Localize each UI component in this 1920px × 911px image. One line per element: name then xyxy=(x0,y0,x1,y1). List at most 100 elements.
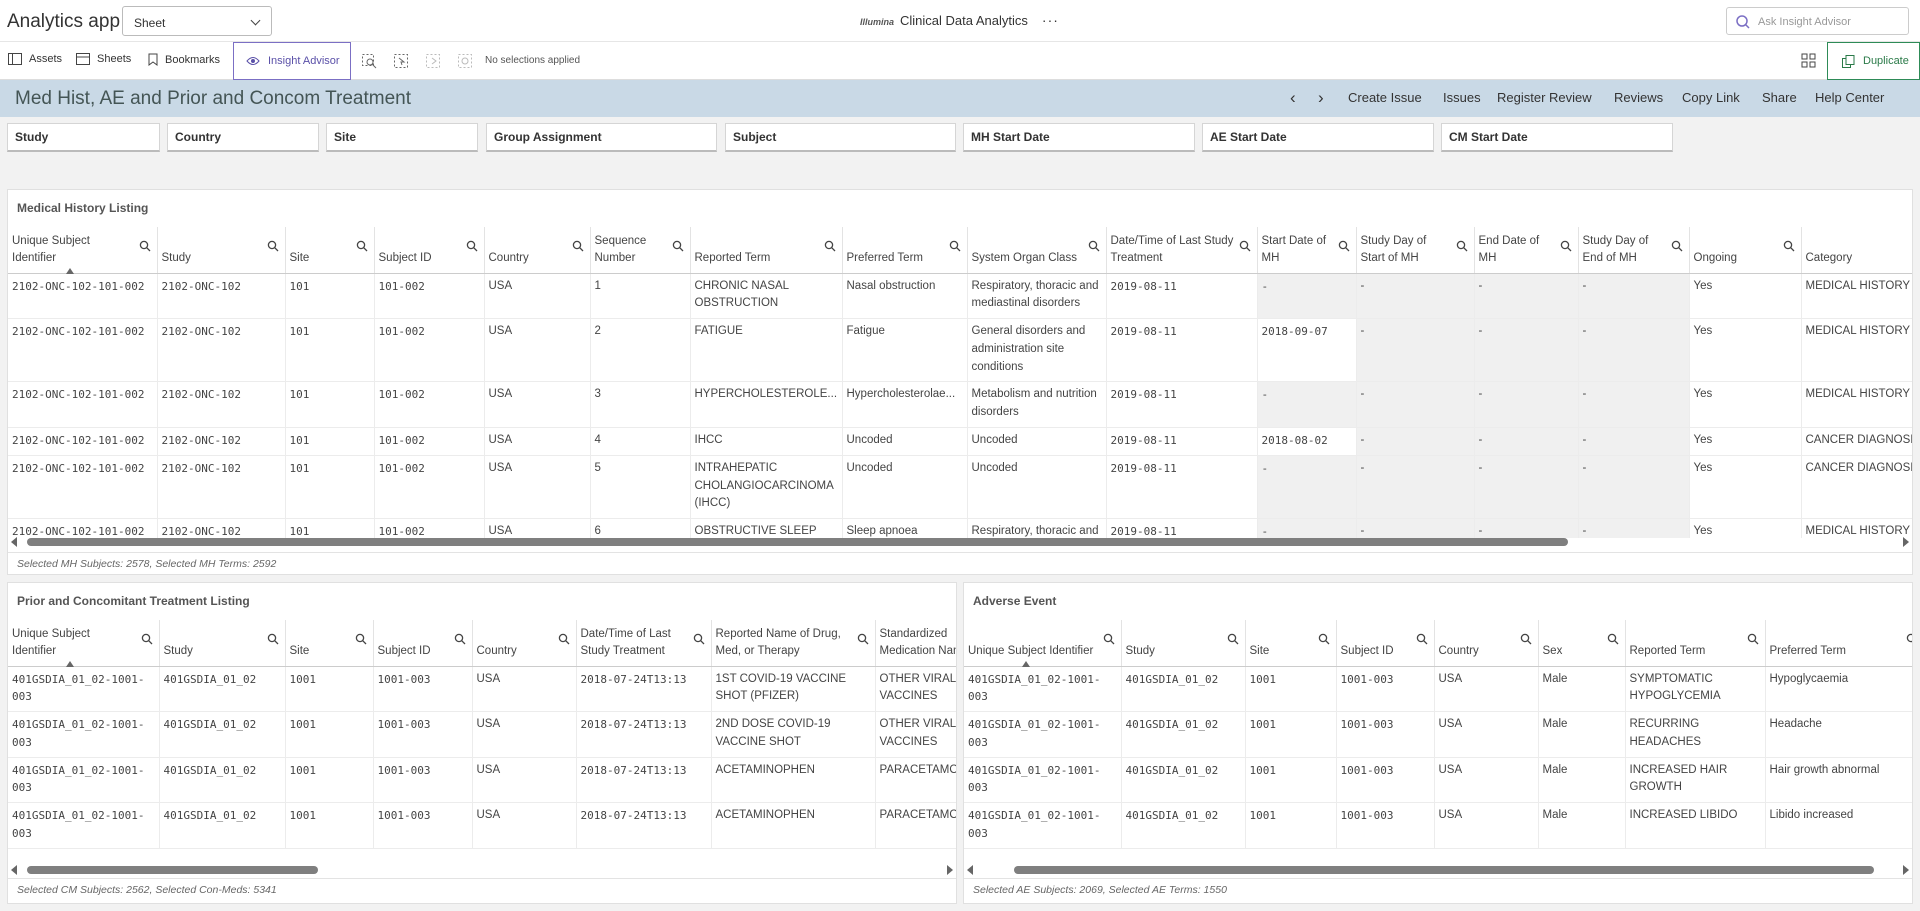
table-cell[interactable]: 101 xyxy=(285,273,375,320)
scroll-right-icon[interactable] xyxy=(947,865,953,875)
table-cell[interactable]: 401GSDIA_01_02 xyxy=(159,711,286,758)
scroll-left-icon[interactable] xyxy=(11,865,17,875)
column-header[interactable]: Site xyxy=(1245,620,1337,667)
table-cell[interactable]: FATIGUE xyxy=(690,318,843,383)
table-cell[interactable]: USA xyxy=(1434,757,1539,804)
column-search-icon[interactable] xyxy=(1338,240,1350,252)
table-cell[interactable]: 2102-ONC-102-101-002 xyxy=(8,427,158,456)
table-cell[interactable]: 1001-003 xyxy=(373,711,473,758)
sheet-dropdown[interactable]: Sheet xyxy=(122,6,272,36)
table-cell[interactable]: PARACETAMOL xyxy=(875,802,956,849)
scrollbar-thumb[interactable] xyxy=(27,538,1568,546)
column-header[interactable]: Subject ID xyxy=(373,620,473,667)
smart-search-icon[interactable] xyxy=(362,54,377,69)
column-search-icon[interactable] xyxy=(672,240,684,252)
table-cell[interactable]: 2018-07-24T13:13 xyxy=(576,711,712,758)
table-cell[interactable]: Yes xyxy=(1689,273,1802,320)
column-header[interactable]: Study xyxy=(1121,620,1246,667)
column-search-icon[interactable] xyxy=(139,240,151,252)
filter-study[interactable]: Study xyxy=(7,123,160,152)
table-cell[interactable]: 401GSDIA_01_02 xyxy=(1121,666,1246,713)
table-cell[interactable]: OTHER VIRAL VACCINES xyxy=(875,666,956,713)
table-cell[interactable]: 401GSDIA_01_02-1001-003 xyxy=(8,666,160,713)
table-cell[interactable]: Uncoded xyxy=(967,427,1107,456)
column-search-icon[interactable] xyxy=(558,633,570,645)
column-search-icon[interactable] xyxy=(1103,633,1115,645)
table-cell[interactable]: - xyxy=(1356,273,1475,320)
table-cell[interactable]: 2102-ONC-102-101-002 xyxy=(8,381,158,429)
table-cell[interactable]: Male xyxy=(1538,666,1626,713)
table-cell[interactable]: 2102-ONC-102 xyxy=(157,381,286,429)
table-row[interactable]: 401GSDIA_01_02-1001-003 401GSDIA_01_02 100… xyxy=(8,666,956,713)
table-cell[interactable]: - xyxy=(1356,427,1475,456)
selections-tool-icon[interactable] xyxy=(394,54,409,69)
table-cell[interactable]: Respiratory, thoracic and mediastinal di… xyxy=(967,273,1107,320)
table-cell[interactable]: 4 xyxy=(590,427,691,456)
table-cell[interactable]: 5 xyxy=(590,455,691,520)
table-cell[interactable]: USA xyxy=(484,318,591,383)
table-cell[interactable]: USA xyxy=(1434,711,1539,758)
table-cell[interactable]: INCREASED HAIR GROWTH xyxy=(1625,757,1766,804)
table-cell[interactable]: 401GSDIA_01_02 xyxy=(1121,802,1246,849)
table-cell[interactable]: - xyxy=(1257,455,1357,520)
issues-link[interactable]: Issues xyxy=(1443,90,1481,105)
column-search-icon[interactable] xyxy=(1671,240,1683,252)
table-cell[interactable]: ACETAMINOPHEN xyxy=(711,802,876,849)
table-cell[interactable]: CANCER DIAGNOSIS - xyxy=(1801,427,1912,456)
table-cell[interactable]: 1ST COVID-19 VACCINE SHOT (PFIZER) xyxy=(711,666,876,713)
table-cell[interactable]: Hair growth abnormal xyxy=(1765,757,1912,804)
table-cell[interactable]: 2102-ONC-102-101-002 xyxy=(8,455,158,520)
table-cell[interactable]: 401GSDIA_01_02-1001-003 xyxy=(964,757,1122,804)
column-search-icon[interactable] xyxy=(1456,240,1468,252)
scrollbar-thumb[interactable] xyxy=(1014,866,1874,874)
more-options-icon[interactable]: ··· xyxy=(1042,12,1059,28)
table-cell[interactable]: 1 xyxy=(590,273,691,320)
filter-cm-start-date[interactable]: CM Start Date xyxy=(1441,123,1673,152)
table-cell[interactable]: 1001 xyxy=(285,666,374,713)
table-cell[interactable]: - xyxy=(1578,427,1690,456)
table-cell[interactable]: IHCC xyxy=(690,427,843,456)
table-cell[interactable]: 401GSDIA_01_02-1001-003 xyxy=(964,802,1122,849)
table-cell[interactable]: 101-002 xyxy=(374,318,485,383)
table-cell[interactable]: 2018-09-07 xyxy=(1257,318,1357,383)
column-header[interactable]: Reported Term xyxy=(690,227,843,274)
scroll-right-icon[interactable] xyxy=(1903,865,1909,875)
table-cell[interactable]: 1001-003 xyxy=(1336,711,1435,758)
table-cell[interactable]: Uncoded xyxy=(967,455,1107,520)
table-cell[interactable]: 401GSDIA_01_02-1001-003 xyxy=(8,757,160,804)
table-cell[interactable]: 101-002 xyxy=(374,427,485,456)
table-cell[interactable]: MEDICAL HISTORY xyxy=(1801,318,1912,383)
column-header[interactable]: Unique Subject Identifier xyxy=(964,620,1122,667)
column-search-icon[interactable] xyxy=(267,633,279,645)
table-cell[interactable]: - xyxy=(1578,273,1690,320)
column-header[interactable]: Start Date of MH xyxy=(1257,227,1357,274)
table-cell[interactable]: USA xyxy=(472,757,577,804)
column-search-icon[interactable] xyxy=(693,633,705,645)
grid-view-icon[interactable] xyxy=(1801,53,1816,68)
table-cell[interactable]: Metabolism and nutrition disorders xyxy=(967,381,1107,429)
insight-advisor-button[interactable]: Insight Advisor xyxy=(233,42,351,80)
register-review-link[interactable]: Register Review xyxy=(1497,90,1592,105)
sheets-button[interactable]: Sheets xyxy=(76,53,131,65)
table-cell[interactable]: 1001 xyxy=(285,757,374,804)
table-cell[interactable]: 1001 xyxy=(285,711,374,758)
table-cell[interactable]: - xyxy=(1356,318,1475,383)
column-search-icon[interactable] xyxy=(824,240,836,252)
filter-ae-start-date[interactable]: AE Start Date xyxy=(1202,123,1434,152)
concomitant-scrollbar[interactable] xyxy=(8,863,956,875)
table-cell[interactable]: Hypoglycaemia xyxy=(1765,666,1912,713)
column-header[interactable]: Country xyxy=(1434,620,1539,667)
table-cell[interactable]: 101-002 xyxy=(374,273,485,320)
reviews-link[interactable]: Reviews xyxy=(1614,90,1663,105)
column-header[interactable]: System Organ Class xyxy=(967,227,1107,274)
table-cell[interactable]: 2018-07-24T13:13 xyxy=(576,757,712,804)
column-search-icon[interactable] xyxy=(454,633,466,645)
table-cell[interactable]: 2102-ONC-102 xyxy=(157,427,286,456)
table-cell[interactable]: Libido increased xyxy=(1765,802,1912,849)
table-cell[interactable]: 401GSDIA_01_02-1001-003 xyxy=(8,802,160,849)
column-header[interactable]: Study Day of End of MH xyxy=(1578,227,1690,274)
table-cell[interactable]: 2 xyxy=(590,318,691,383)
table-cell[interactable]: Male xyxy=(1538,757,1626,804)
table-cell[interactable]: 1001 xyxy=(1245,666,1337,713)
column-header[interactable]: Unique Subject Identifier xyxy=(8,620,160,667)
